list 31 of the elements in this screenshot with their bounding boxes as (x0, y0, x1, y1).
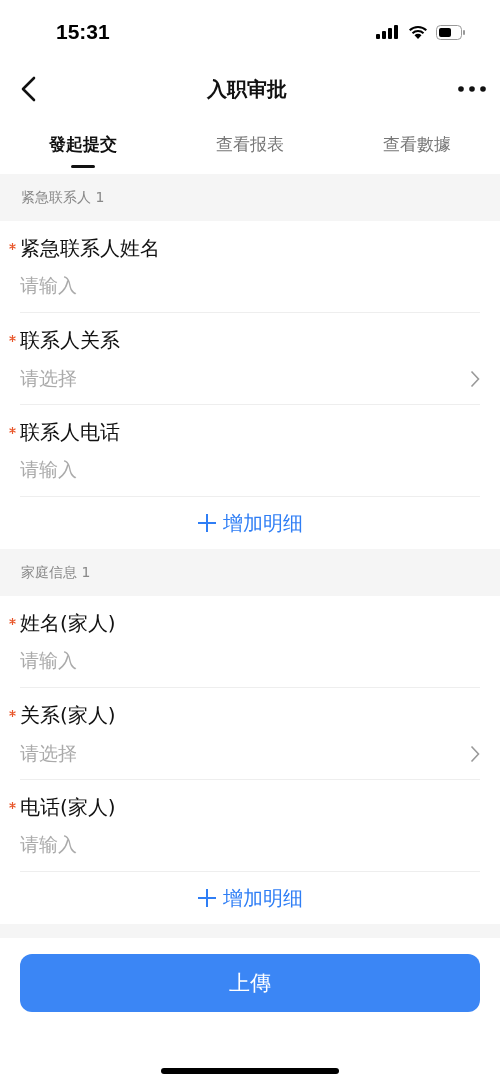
back-icon[interactable] (20, 76, 36, 102)
upload-button[interactable]: 上傳 (20, 954, 480, 1012)
signal-icon (376, 25, 400, 39)
chevron-right-icon (470, 745, 480, 763)
tab[interactable]: 查看报表 (166, 114, 334, 174)
tab[interactable]: 查看數據 (333, 114, 500, 174)
add-detail-button[interactable]: 增加明细 (20, 872, 480, 924)
select-field[interactable]: 请选择 (20, 741, 480, 767)
battery-icon (436, 24, 466, 40)
status-time: 15:31 (56, 20, 110, 44)
select-field[interactable]: 请选择 (20, 366, 480, 392)
field-label: 紧急联系人姓名 (20, 235, 160, 262)
input-field[interactable]: 请输入 (20, 833, 480, 855)
chevron-right-icon (470, 370, 480, 388)
input-field[interactable]: 请输入 (20, 649, 480, 671)
section-header: 家庭信息 1 (0, 549, 500, 596)
wifi-icon (408, 25, 428, 39)
tab[interactable]: 發起提交 (0, 114, 167, 174)
page-title: 入职审批 (207, 75, 287, 103)
field-label: 电话(家人) (20, 794, 116, 821)
field-label: 联系人关系 (20, 327, 120, 354)
more-icon[interactable] (458, 86, 486, 92)
field-label: 关系(家人) (20, 702, 116, 729)
input-field[interactable]: 请输入 (20, 458, 480, 480)
add-detail-button[interactable]: 增加明细 (20, 497, 480, 549)
input-field[interactable]: 请输入 (20, 274, 480, 296)
field-label: 联系人电话 (20, 419, 120, 446)
section-header: 紧急联系人 1 (0, 174, 500, 221)
plus-icon (197, 888, 217, 908)
plus-icon (197, 513, 217, 533)
field-label: 姓名(家人) (20, 610, 116, 637)
